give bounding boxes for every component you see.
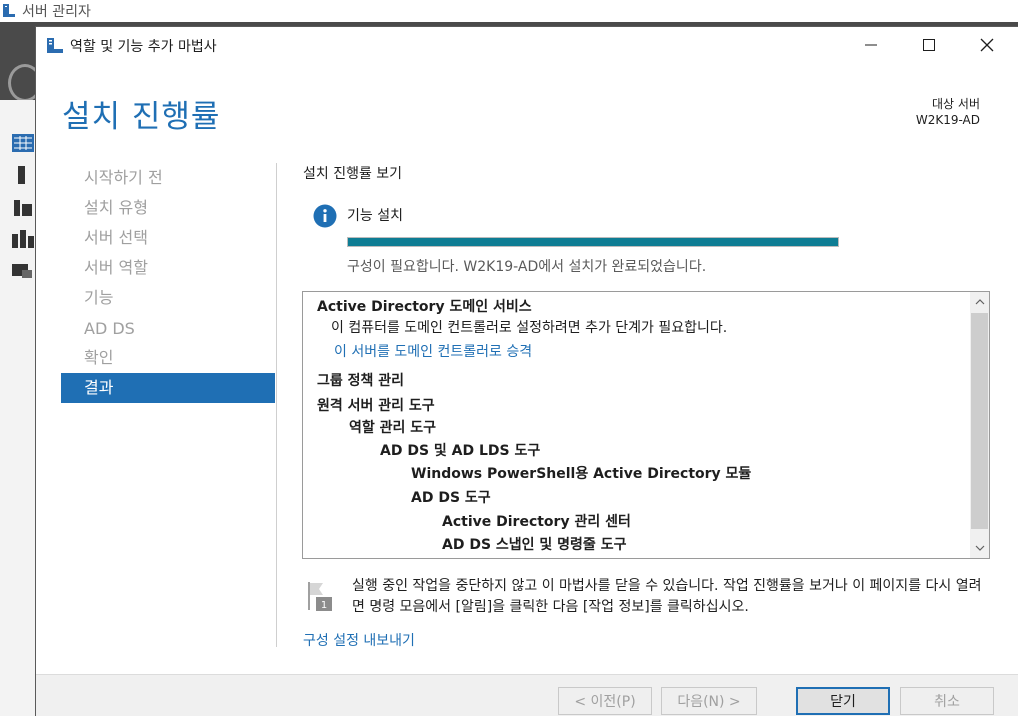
- info-icon: [313, 204, 337, 228]
- nav-item-server-selection[interactable]: 서버 선택: [61, 223, 275, 253]
- scroll-up-button[interactable]: [970, 292, 989, 312]
- server-manager-title: 서버 관리자: [22, 4, 91, 20]
- view-progress-heading: 설치 진행률 보기: [303, 166, 403, 182]
- minimize-icon: [865, 44, 877, 46]
- results-scrollbar[interactable]: [970, 292, 989, 558]
- ad-ds-icon[interactable]: [12, 230, 34, 248]
- export-configuration-link[interactable]: 구성 설정 내보내기: [303, 630, 415, 650]
- nav-item-features[interactable]: 기능: [61, 283, 275, 313]
- local-server-icon[interactable]: [12, 166, 34, 184]
- wizard-title: 역할 및 기능 추가 마법사: [70, 39, 217, 55]
- result-item: 원격 서버 관리 도구: [317, 398, 435, 414]
- nav-item-installation-type[interactable]: 설치 유형: [61, 193, 275, 223]
- results-box: Active Directory 도메인 서비스 이 컴퓨터를 도메인 컨트롤러…: [302, 291, 990, 559]
- nav-item-before-you-begin[interactable]: 시작하기 전: [61, 163, 275, 193]
- maximize-icon: [923, 39, 935, 51]
- server-manager-sidebar: [0, 100, 36, 716]
- close-button[interactable]: 닫기: [796, 687, 890, 715]
- close-wizard-note: 실행 중인 작업을 중단하지 않고 이 마법사를 닫을 수 있습니다. 작업 진…: [352, 578, 982, 615]
- nav-item-results[interactable]: 결과: [61, 373, 275, 403]
- promote-to-dc-link[interactable]: 이 서버를 도메인 컨트롤러로 승격: [334, 341, 532, 361]
- notification-flag-icon: 1: [308, 582, 332, 611]
- scroll-thumb[interactable]: [971, 313, 988, 529]
- installation-status: 구성이 필요합니다. W2K19-AD에서 설치가 완료되었습니다.: [347, 259, 707, 275]
- notification-badge-number: 1: [321, 600, 327, 611]
- wizard-titlebar: 역할 및 기능 추가 마법사: [36, 27, 1018, 63]
- result-item: 역할 관리 도구: [349, 420, 437, 436]
- minimize-button[interactable]: [842, 27, 900, 63]
- result-item: Windows PowerShell용 Active Directory 모듈: [411, 466, 752, 482]
- result-item: Active Directory 도메인 서비스: [317, 299, 532, 315]
- result-item: AD DS 및 AD LDS 도구: [380, 443, 541, 459]
- chevron-down-icon: [975, 545, 984, 551]
- page-title: 설치 진행률: [62, 99, 221, 135]
- add-roles-wizard: 역할 및 기능 추가 마법사 설치 진행률 대상 서버 W2K19-AD 시작하…: [35, 26, 1018, 716]
- result-item: AD DS 스냅인 및 명령줄 도구: [442, 537, 627, 553]
- scroll-down-button[interactable]: [970, 538, 989, 558]
- close-window-button[interactable]: [958, 27, 1016, 63]
- nav-item-ad-ds[interactable]: AD DS: [61, 314, 275, 344]
- chevron-up-icon: [975, 299, 984, 305]
- previous-button[interactable]: < 이전(P): [558, 687, 652, 715]
- installation-progress-bar: [347, 237, 839, 247]
- progress-fill: [348, 238, 838, 246]
- feature-installation-label: 기능 설치: [347, 208, 403, 224]
- dashboard-icon[interactable]: [12, 134, 34, 152]
- close-icon: [980, 38, 994, 52]
- nav-divider: [276, 163, 277, 647]
- next-button[interactable]: 다음(N) >: [661, 687, 757, 715]
- destination-server-label: 대상 서버: [932, 97, 980, 111]
- all-servers-icon[interactable]: [12, 198, 34, 216]
- server-manager-titlebar: 서버 관리자: [0, 0, 1018, 22]
- file-services-icon[interactable]: [12, 262, 34, 280]
- server-manager-icon: [3, 4, 15, 17]
- nav-item-confirmation[interactable]: 확인: [61, 343, 275, 373]
- destination-server-name: W2K19-AD: [915, 113, 980, 127]
- result-item: Active Directory 관리 센터: [442, 514, 631, 530]
- result-item: AD DS 도구: [411, 490, 491, 506]
- wizard-button-bar: < 이전(P) 다음(N) > 닫기 취소: [36, 674, 1018, 716]
- maximize-button[interactable]: [900, 27, 958, 63]
- result-item: 이 컴퓨터를 도메인 컨트롤러로 설정하려면 추가 단계가 필요합니다.: [331, 320, 728, 336]
- wizard-app-icon: [47, 38, 63, 53]
- result-item: 그룹 정책 관리: [317, 373, 405, 389]
- nav-item-server-roles[interactable]: 서버 역할: [61, 253, 275, 283]
- cancel-button[interactable]: 취소: [900, 687, 994, 715]
